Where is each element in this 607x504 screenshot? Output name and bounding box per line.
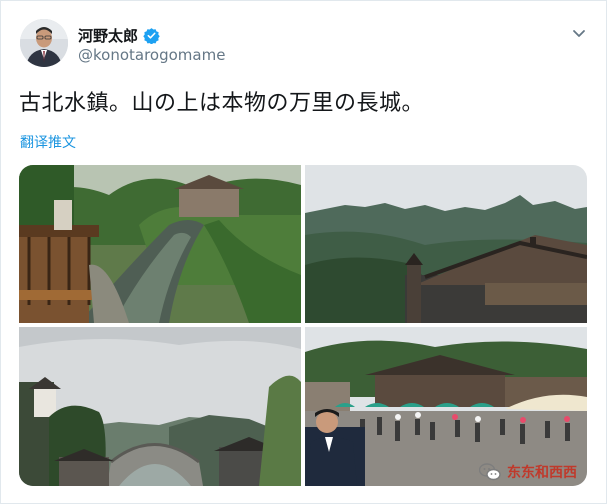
watermark-text: 东东和西西 xyxy=(507,465,577,481)
arched-bridge-photo[interactable] xyxy=(19,327,301,486)
author-handle[interactable]: @konotarogomame xyxy=(78,46,225,64)
tweet-text: 古北水鎮。山の上は本物の万里の長城。 xyxy=(19,91,425,116)
great-wall-mountain-photo[interactable] xyxy=(305,165,587,323)
translate-tweet-link[interactable]: 翻译推文 xyxy=(20,132,76,152)
author-name-row: 河野太郎 xyxy=(78,25,160,46)
media-grid xyxy=(19,165,587,486)
chevron-down-icon[interactable] xyxy=(569,26,589,42)
avatar-image xyxy=(20,19,68,67)
wechat-logo-icon xyxy=(478,463,501,481)
verified-badge-icon xyxy=(143,27,160,45)
canal-village-photo[interactable] xyxy=(19,165,301,323)
tweet-card: 河野太郎 @konotarogomame 古北水鎮。山の上は本物の万里の長城。 … xyxy=(0,0,607,504)
author-display-name[interactable]: 河野太郎 xyxy=(78,25,138,46)
watermark: 东东和西西 xyxy=(478,462,577,482)
avatar[interactable] xyxy=(20,19,68,67)
